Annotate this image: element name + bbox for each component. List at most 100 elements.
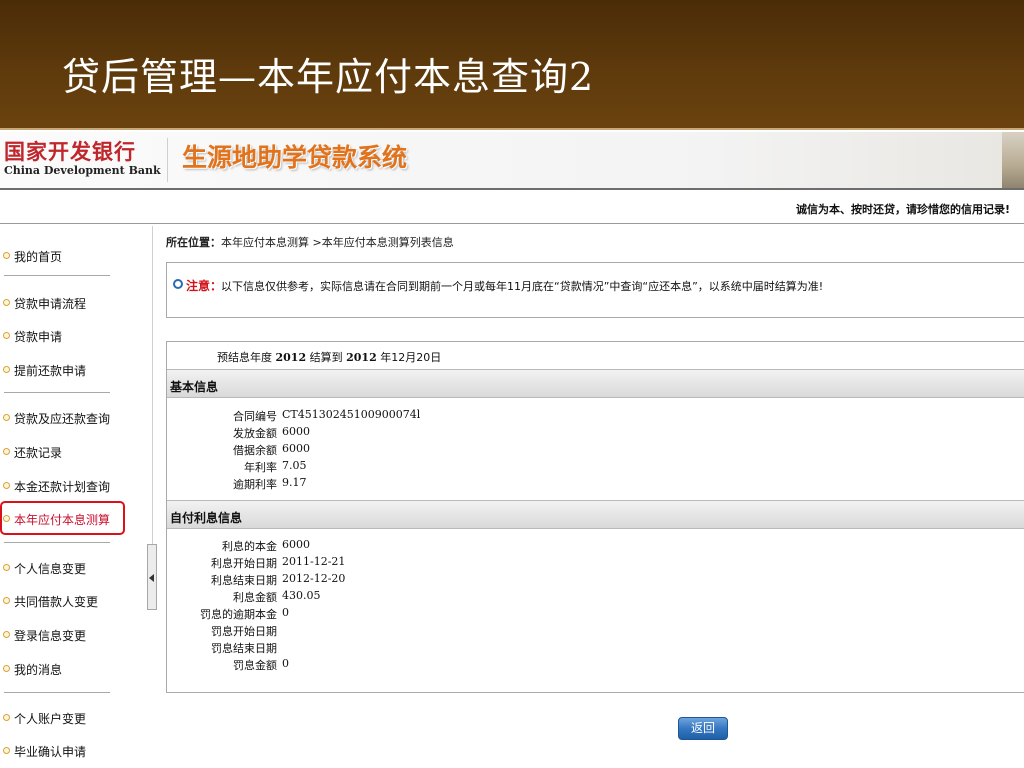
section-title: 基本信息 — [170, 380, 219, 394]
bullet-icon — [3, 482, 10, 489]
sidebar-item-label: 我的首页 — [14, 250, 63, 264]
bullet-icon — [3, 252, 10, 259]
settlement-mid: 结算到 — [309, 351, 343, 364]
field-value: CT45130245100900074l — [282, 408, 421, 421]
notice-text: 以下信息仅供参考，实际信息请在合同到期前一个月或每年11月底在“贷款情况”中查询… — [221, 280, 824, 293]
info-row: 发放金额 6000 — [167, 423, 1024, 440]
bullet-icon — [3, 366, 10, 373]
sidebar-item-label: 提前还款申请 — [14, 364, 87, 378]
field-label: 利息结束日期 — [211, 574, 277, 587]
bank-logo-cn: 国家开发银行 — [4, 140, 136, 164]
field-label: 利息金额 — [233, 591, 277, 604]
sidebar-item-principal-plan[interactable]: 本金还款计划查询 — [0, 475, 140, 497]
bullet-icon — [3, 332, 10, 339]
bullet-icon — [3, 564, 10, 571]
info-row: 罚息金额 0 — [167, 655, 1024, 672]
bullet-icon — [3, 299, 10, 306]
info-row: 利息开始日期 2011-12-21 — [167, 553, 1024, 570]
sidebar-item-label: 贷款申请流程 — [14, 297, 87, 311]
field-label: 罚息结束日期 — [211, 642, 277, 655]
field-value: 430.05 — [282, 589, 321, 602]
detail-panel: 预结息年度 2012 结算到 2012 年12月20日 基本信息 合同编号 CT… — [166, 341, 1024, 693]
active-item-highlight — [0, 501, 125, 535]
banner-building-image — [1002, 132, 1024, 188]
sidebar-item-loan-process[interactable]: 贷款申请流程 — [0, 292, 140, 314]
field-value: 0 — [282, 606, 289, 619]
sidebar-item-login-info[interactable]: 登录信息变更 — [0, 624, 140, 646]
settlement-year-row: 预结息年度 2012 结算到 2012 年12月20日 — [167, 346, 1024, 366]
settlement-to-year: 2012 — [346, 351, 377, 364]
info-row: 罚息的逾期本金 0 — [167, 604, 1024, 621]
bullet-icon — [3, 665, 10, 672]
field-label: 罚息开始日期 — [211, 625, 277, 638]
bullet-icon — [3, 448, 10, 455]
settlement-suffix: 年12月20日 — [380, 351, 442, 364]
sidebar-collapse-handle[interactable] — [147, 544, 157, 610]
notice-title: 注意： — [186, 279, 223, 293]
slogan-bar: 诚信为本、按时还贷，请珍惜您的信用记录! — [0, 192, 1024, 224]
info-row: 利息金额 430.05 — [167, 587, 1024, 604]
info-row: 逾期利率 9.17 — [167, 474, 1024, 491]
settlement-prefix: 预结息年度 — [217, 351, 272, 364]
sidebar-item-account-change[interactable]: 个人账户变更 — [0, 707, 140, 729]
sidebar-item-graduation-confirm[interactable]: 毕业确认申请 — [0, 740, 140, 762]
field-label: 年利率 — [244, 461, 277, 474]
nav-divider — [4, 692, 110, 693]
field-label: 合同编号 — [233, 410, 277, 423]
sidebar-item-loan-query[interactable]: 贷款及应还款查询 — [0, 407, 140, 429]
info-row: 年利率 7.05 — [167, 457, 1024, 474]
field-label: 利息开始日期 — [211, 557, 277, 570]
sidebar-item-label: 毕业确认申请 — [14, 745, 87, 759]
info-row: 罚息开始日期 — [167, 621, 1024, 638]
field-label: 逾期利率 — [233, 478, 277, 491]
breadcrumb-label: 所在位置： — [166, 236, 221, 249]
sidebar-item-label: 登录信息变更 — [14, 629, 87, 643]
nav-divider — [4, 275, 110, 276]
bullet-icon — [3, 597, 10, 604]
sidebar-item-personal-info[interactable]: 个人信息变更 — [0, 557, 140, 579]
sidebar-item-label: 共同借款人变更 — [14, 595, 99, 609]
breadcrumb-path: 本年应付本息测算 >本年应付本息测算列表信息 — [221, 236, 454, 249]
field-label: 利息的本金 — [222, 540, 277, 553]
sidebar-item-messages[interactable]: 我的消息 — [0, 658, 140, 680]
field-label: 罚息的逾期本金 — [200, 608, 277, 621]
info-icon — [173, 279, 183, 289]
sidebar-item-label: 我的消息 — [14, 663, 63, 677]
field-label: 罚息金额 — [233, 659, 277, 672]
info-row: 合同编号 CT45130245100900074l — [167, 406, 1024, 423]
breadcrumb: 所在位置：本年应付本息测算 >本年应付本息测算列表信息 — [166, 234, 454, 250]
section-title: 自付利息信息 — [170, 511, 243, 525]
nav-divider — [4, 392, 110, 393]
field-value: 9.17 — [282, 476, 307, 489]
slogan-text: 诚信为本、按时还贷，请珍惜您的信用记录! — [795, 203, 1010, 216]
bullet-icon — [3, 747, 10, 754]
sidebar-item-home[interactable]: 我的首页 — [0, 245, 140, 267]
sidebar-border — [152, 226, 153, 544]
field-label: 借据余额 — [233, 444, 277, 457]
settlement-year: 2012 — [275, 351, 307, 364]
field-value: 6000 — [282, 425, 310, 438]
slide-title: 贷后管理—本年应付本息查询2 — [62, 55, 595, 99]
system-name: 生源地助学贷款系统 — [182, 143, 408, 172]
sidebar-item-loan-application[interactable]: 贷款申请 — [0, 325, 140, 347]
info-row: 利息结束日期 2012-12-20 — [167, 570, 1024, 587]
sidebar-item-label: 个人账户变更 — [14, 712, 87, 726]
notice-box: 注意： 以下信息仅供参考，实际信息请在合同到期前一个月或每年11月底在“贷款情况… — [166, 262, 1024, 318]
bank-logo-en: China Development Bank — [4, 164, 161, 177]
nav-divider — [4, 542, 110, 543]
interest-info-heading: 自付利息信息 — [167, 500, 1024, 529]
slide-header: 贷后管理—本年应付本息查询2 — [0, 0, 1024, 130]
sidebar-item-label: 个人信息变更 — [14, 562, 87, 576]
sidebar-item-label: 本金还款计划查询 — [14, 480, 111, 494]
field-value: 2011-12-21 — [282, 555, 346, 568]
back-button[interactable]: 返回 — [678, 717, 728, 740]
sidebar-item-prepayment[interactable]: 提前还款申请 — [0, 359, 140, 381]
field-value: 6000 — [282, 538, 310, 551]
sidebar-item-repayment-records[interactable]: 还款记录 — [0, 441, 140, 463]
info-row: 借据余额 6000 — [167, 440, 1024, 457]
field-value: 0 — [282, 657, 289, 670]
chevron-left-icon — [149, 574, 154, 582]
sidebar-item-label: 贷款及应还款查询 — [14, 412, 111, 426]
field-label: 发放金额 — [233, 427, 277, 440]
sidebar-item-co-borrower[interactable]: 共同借款人变更 — [0, 590, 140, 612]
